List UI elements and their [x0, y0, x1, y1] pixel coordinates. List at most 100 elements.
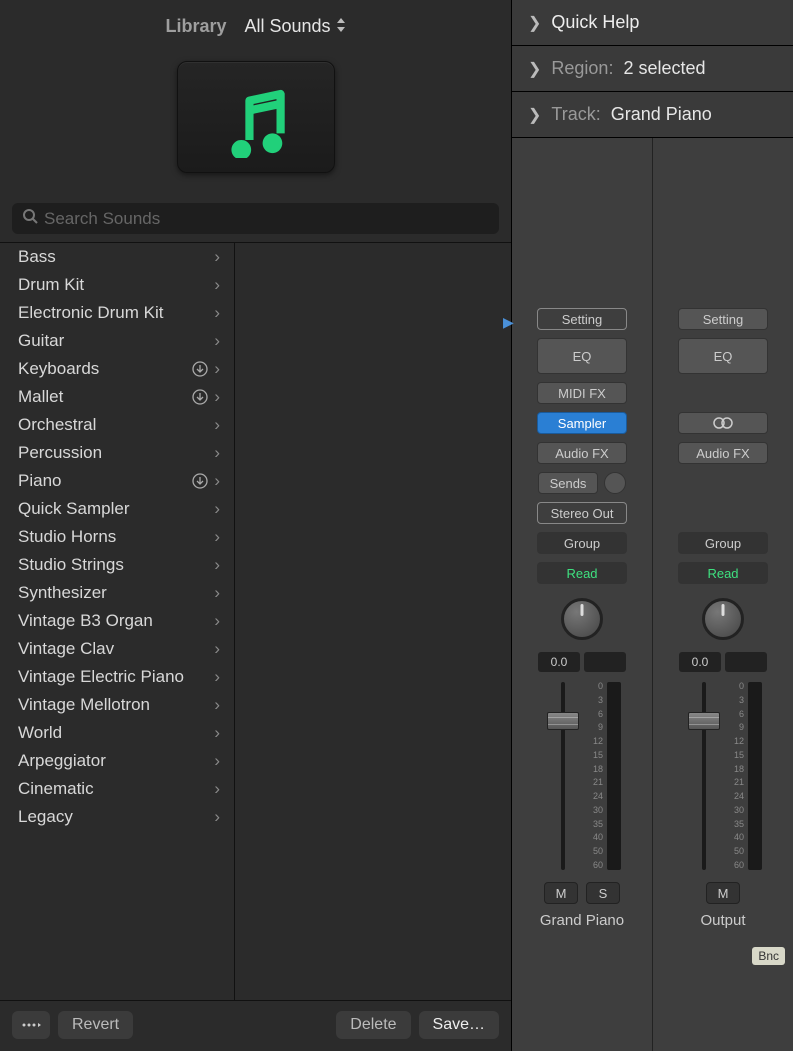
chevron-right-icon: › — [214, 639, 220, 659]
category-label: Arpeggiator — [18, 751, 106, 771]
bounce-button[interactable]: Bnc — [752, 947, 785, 965]
library-browser: Bass›Drum Kit›Electronic Drum Kit›Guitar… — [0, 242, 511, 1000]
level-meter — [607, 682, 621, 870]
category-item[interactable]: Vintage B3 Organ› — [0, 607, 234, 635]
subcategory-column[interactable] — [235, 243, 511, 1000]
channel-strip-output: Setting EQ Audio FX Group Read 0.0 — [653, 138, 793, 1051]
search-field[interactable] — [12, 203, 499, 234]
category-item[interactable]: Drum Kit› — [0, 271, 234, 299]
volume-readout[interactable]: 0.0 — [538, 652, 580, 672]
instrument-slot[interactable]: Sampler — [537, 412, 627, 434]
automation-mode[interactable]: Read — [537, 562, 627, 584]
category-item[interactable]: Mallet › — [0, 383, 234, 411]
category-item[interactable]: Vintage Electric Piano› — [0, 663, 234, 691]
volume-fader[interactable] — [684, 682, 724, 870]
category-item[interactable]: Studio Horns› — [0, 523, 234, 551]
category-label: Studio Strings — [18, 555, 124, 575]
category-label: Guitar — [18, 331, 64, 351]
category-item[interactable]: Guitar› — [0, 327, 234, 355]
mute-button[interactable]: M — [544, 882, 578, 904]
group-slot[interactable]: Group — [537, 532, 627, 554]
category-label: Quick Sampler — [18, 499, 129, 519]
volume-fader[interactable] — [543, 682, 583, 870]
track-section[interactable]: ❯ Track: Grand Piano — [512, 92, 793, 138]
category-item[interactable]: Percussion› — [0, 439, 234, 467]
region-section[interactable]: ❯ Region: 2 selected — [512, 46, 793, 92]
automation-mode[interactable]: Read — [678, 562, 768, 584]
more-actions-button[interactable] — [12, 1011, 50, 1039]
chevron-right-icon: ❯ — [528, 105, 541, 125]
category-item[interactable]: Cinematic› — [0, 775, 234, 803]
category-item[interactable]: Quick Sampler › — [0, 495, 234, 523]
midi-fx-slot[interactable]: MIDI FX — [537, 382, 627, 404]
category-item[interactable]: World› — [0, 719, 234, 747]
inspector-panel: ❯ Quick Help ❯ Region: 2 selected ❯ Trac… — [511, 0, 793, 1051]
category-label: Vintage Clav — [18, 639, 114, 659]
search-input[interactable] — [44, 209, 489, 229]
category-label: Vintage Electric Piano — [18, 667, 184, 687]
category-item[interactable]: Keyboards› — [0, 355, 234, 383]
library-title: Library — [165, 16, 226, 37]
library-scope-dropdown[interactable]: All Sounds — [244, 16, 345, 37]
audio-fx-slot[interactable]: Audio FX — [537, 442, 627, 464]
download-icon[interactable] — [192, 473, 208, 489]
chevron-right-icon: › — [214, 387, 220, 407]
chevron-right-icon: › — [214, 807, 220, 827]
category-item[interactable]: Legacy › — [0, 803, 234, 831]
patch-thumbnail — [0, 47, 511, 203]
library-header: Library All Sounds — [0, 0, 511, 47]
category-label: World — [18, 723, 62, 743]
category-item[interactable]: Bass› — [0, 243, 234, 271]
play-marker-icon: ▶ — [503, 314, 514, 331]
output-slot[interactable]: Stereo Out — [537, 502, 627, 524]
track-label: Track: — [551, 104, 600, 125]
category-item[interactable]: Piano› — [0, 467, 234, 495]
setting-slot[interactable]: Setting — [678, 308, 768, 330]
category-label: Vintage Mellotron — [18, 695, 150, 715]
pan-knob[interactable] — [561, 598, 603, 640]
category-label: Mallet — [18, 387, 63, 407]
peak-readout[interactable] — [725, 652, 767, 672]
category-item[interactable]: Vintage Clav › — [0, 635, 234, 663]
solo-button[interactable]: S — [586, 882, 620, 904]
fader-scale: 036912151821243035405060 — [587, 682, 603, 870]
chevron-right-icon: › — [214, 499, 220, 519]
sends-slot[interactable]: Sends — [538, 472, 598, 494]
audio-fx-slot[interactable]: Audio FX — [678, 442, 768, 464]
revert-button[interactable]: Revert — [58, 1011, 133, 1039]
setting-slot[interactable]: Setting — [537, 308, 627, 330]
group-slot[interactable]: Group — [678, 532, 768, 554]
eq-slot[interactable]: EQ — [678, 338, 768, 374]
peak-readout[interactable] — [584, 652, 626, 672]
category-item[interactable]: Electronic Drum Kit› — [0, 299, 234, 327]
library-scope-label: All Sounds — [244, 16, 330, 37]
category-item[interactable]: Arpeggiator › — [0, 747, 234, 775]
category-label: Drum Kit — [18, 275, 84, 295]
volume-readout[interactable]: 0.0 — [679, 652, 721, 672]
level-meter — [748, 682, 762, 870]
category-item[interactable]: Orchestral› — [0, 411, 234, 439]
send-knob[interactable] — [604, 472, 626, 494]
mute-button[interactable]: M — [706, 882, 740, 904]
channel-strips: ▶ Setting EQ MIDI FX Sampler Audio FX Se… — [512, 138, 793, 1051]
chevron-right-icon: › — [214, 751, 220, 771]
category-item[interactable]: Studio Strings› — [0, 551, 234, 579]
category-label: Vintage B3 Organ — [18, 611, 153, 631]
quick-help-label: Quick Help — [551, 12, 639, 33]
category-item[interactable]: Synthesizer› — [0, 579, 234, 607]
category-column[interactable]: Bass›Drum Kit›Electronic Drum Kit›Guitar… — [0, 243, 235, 1000]
category-label: Legacy — [18, 807, 73, 827]
stereo-link-button[interactable] — [678, 412, 768, 434]
chevron-right-icon: › — [214, 583, 220, 603]
delete-button[interactable]: Delete — [336, 1011, 410, 1039]
strip-name: Output — [700, 912, 745, 939]
category-item[interactable]: Vintage Mellotron› — [0, 691, 234, 719]
download-icon[interactable] — [192, 361, 208, 377]
eq-slot[interactable]: EQ — [537, 338, 627, 374]
pan-knob[interactable] — [702, 598, 744, 640]
quick-help-section[interactable]: ❯ Quick Help — [512, 0, 793, 46]
download-icon[interactable] — [192, 389, 208, 405]
save-button[interactable]: Save… — [419, 1011, 499, 1039]
chevron-right-icon: ❯ — [528, 13, 541, 33]
category-label: Keyboards — [18, 359, 99, 379]
